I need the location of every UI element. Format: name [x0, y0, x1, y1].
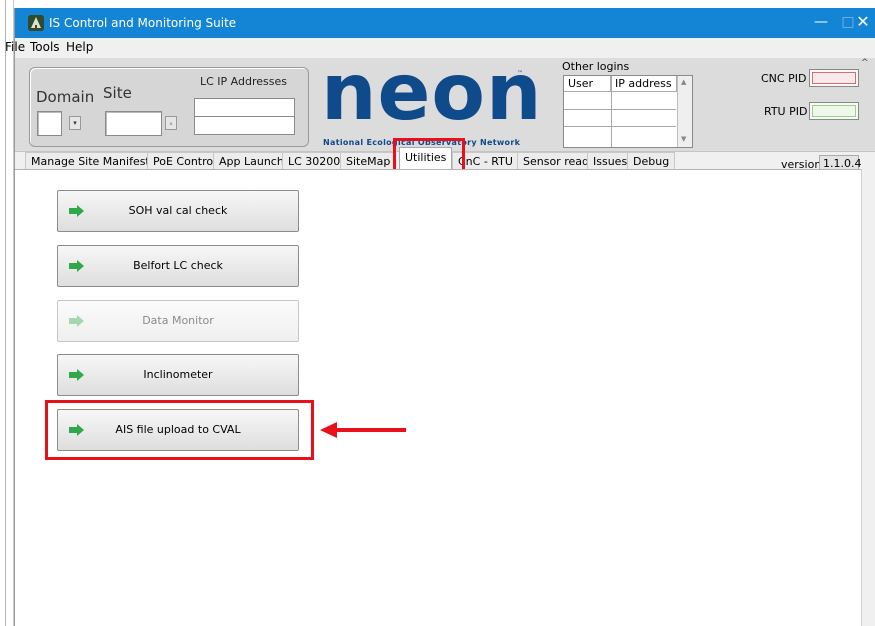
title-bar[interactable]: IS Control and Monitoring Suite — □ ✕	[15, 8, 875, 38]
menu-help[interactable]: Help	[66, 40, 93, 54]
domain-select[interactable]	[37, 111, 62, 136]
button-label: Data Monitor	[142, 314, 214, 327]
table-row	[564, 109, 676, 110]
window-title: IS Control and Monitoring Suite	[49, 16, 237, 30]
app-window: IS Control and Monitoring Suite — □ ✕ Fi…	[5, 8, 875, 626]
column-user: User	[564, 76, 611, 92]
belfort-lc-check-button[interactable]: Belfort LC check	[57, 245, 299, 287]
other-logins-label: Other logins	[562, 60, 630, 73]
scroll-up-icon[interactable]: ▲	[681, 78, 686, 86]
lc-ip-label: LC IP Addresses	[200, 75, 287, 88]
domain-dropdown-button[interactable]: ▾	[69, 116, 81, 130]
tab-sensor-read[interactable]: Sensor read	[517, 152, 595, 170]
logo-wordmark: neon	[321, 48, 543, 138]
menu-file[interactable]: File	[5, 40, 25, 54]
rtu-pid-indicator	[809, 102, 859, 120]
cnc-pid-indicator	[809, 69, 859, 87]
ais-button-highlight	[45, 400, 314, 460]
inclinometer-button[interactable]: Inclinometer	[57, 354, 299, 396]
close-button[interactable]: ✕	[851, 12, 875, 32]
site-dropdown-button[interactable]: ▴	[165, 116, 177, 130]
button-label: Belfort LC check	[133, 259, 223, 272]
site-label: Site	[103, 84, 132, 102]
background-strip	[0, 0, 14, 626]
table-scrollbar[interactable]: ▲ ▼	[677, 76, 692, 147]
pointer-arrow-icon	[320, 422, 406, 438]
divider-line	[5, 0, 6, 626]
logo-trademark: ™	[517, 70, 523, 77]
cnc-pid-label: CNC PID	[761, 72, 807, 85]
lc-ip-field-1[interactable]	[194, 98, 295, 117]
menu-tools[interactable]: Tools	[30, 40, 60, 54]
rtu-pid-label: RTU PID	[764, 105, 808, 118]
cnc-pid-indicator-fill	[812, 72, 856, 84]
tab-lc-30200[interactable]: LC 30200	[282, 152, 347, 170]
domain-site-group: Domain Site LC IP Addresses ▾ ▴	[29, 67, 309, 147]
scroll-down-icon[interactable]: ▼	[681, 135, 686, 143]
soh-val-cal-check-button[interactable]: SOH val cal check	[57, 190, 299, 232]
tab-sitemap[interactable]: SiteMap	[340, 152, 397, 170]
domain-label: Domain	[36, 88, 95, 106]
column-ip-address: IP address	[611, 76, 677, 92]
tab-debug[interactable]: Debug	[627, 152, 676, 170]
minimize-button[interactable]: —	[811, 12, 831, 32]
data-monitor-button[interactable]: Data Monitor	[57, 300, 299, 342]
panel-scroll-up-icon[interactable]: ^	[861, 58, 869, 68]
rtu-pid-indicator-fill	[812, 105, 856, 117]
tab-manage-site-manifest[interactable]: Manage Site Manifest	[25, 152, 156, 170]
tab-poe-control[interactable]: PoE Control	[147, 152, 223, 170]
site-select[interactable]	[105, 111, 162, 136]
app-logo-icon	[28, 15, 44, 31]
table-row	[564, 126, 676, 127]
vertical-scrollbar[interactable]	[861, 169, 875, 626]
button-label: Inclinometer	[143, 368, 213, 381]
lc-ip-field-2[interactable]	[194, 116, 295, 135]
table-divider	[611, 76, 612, 147]
other-logins-table[interactable]: User IP address ▲ ▼	[563, 75, 693, 148]
neon-logo: neon ™ National Ecological Observatory N…	[319, 48, 542, 147]
utilities-panel: SOH val cal check Belfort LC check Data …	[15, 169, 861, 626]
button-label: SOH val cal check	[128, 204, 228, 217]
